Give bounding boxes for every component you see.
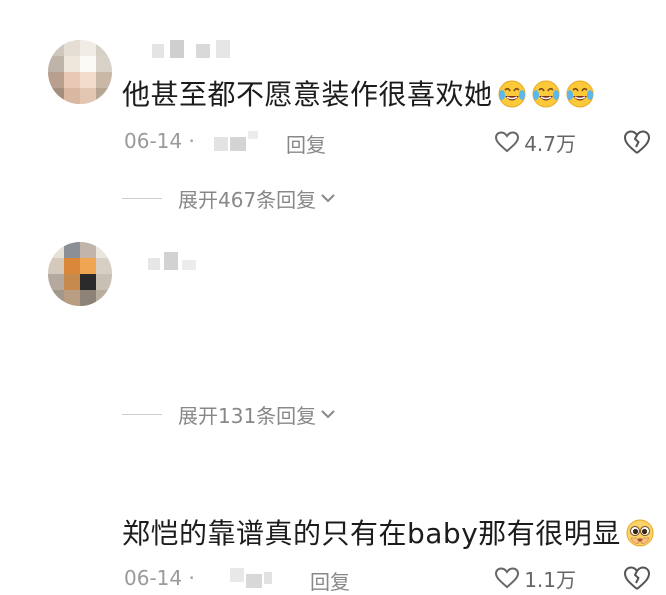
heart-outline-icon bbox=[495, 567, 520, 589]
comment-text: 他甚至都不愿意装作很喜欢她 bbox=[122, 77, 595, 113]
comment-item: 他甚至都不愿意装作很喜欢她 06-14 · 回复 4.7万 展开467条回复 bbox=[0, 0, 666, 224]
reply-button[interactable]: 回复 bbox=[310, 566, 350, 595]
like-button[interactable]: 4.7万 bbox=[494, 127, 576, 157]
avatar[interactable] bbox=[48, 40, 112, 104]
divider-line bbox=[122, 413, 162, 415]
reply-button[interactable]: 回复 bbox=[286, 129, 326, 158]
username-blurred[interactable] bbox=[130, 40, 240, 62]
expand-replies-label: 展开467条回复 bbox=[178, 187, 317, 212]
like-count: 1.1万 bbox=[524, 567, 576, 592]
comment-text-content: 他甚至都不愿意装作很喜欢她 bbox=[122, 78, 493, 111]
like-button[interactable]: 1.1万 bbox=[494, 563, 576, 593]
heart-outline-icon bbox=[495, 131, 520, 153]
expand-replies-button[interactable]: 展开467条回复 bbox=[122, 183, 336, 213]
location-blurred bbox=[230, 568, 280, 588]
comment-date: 06-14 · bbox=[124, 566, 195, 590]
laughing-crying-emoji-icon bbox=[498, 80, 526, 108]
location-blurred bbox=[214, 131, 264, 151]
comment-text: 郑恺的靠谱真的只有在baby那有很明显 bbox=[122, 516, 655, 552]
chevron-down-icon bbox=[321, 194, 335, 203]
avatar[interactable] bbox=[48, 242, 112, 306]
expand-replies-label: 展开131条回复 bbox=[178, 403, 317, 428]
broken-heart-icon[interactable] bbox=[622, 127, 652, 157]
like-count: 4.7万 bbox=[524, 131, 576, 156]
comment-item: 郑恺的靠谱真的只有在baby那有很明显 06-14 · 回复 1.1万 展开13… bbox=[0, 224, 666, 594]
comment-text-content: 郑恺的靠谱真的只有在baby那有很明显 bbox=[122, 517, 621, 550]
broken-heart-icon[interactable] bbox=[622, 563, 652, 593]
expand-replies-button[interactable]: 展开131条回复 bbox=[122, 399, 336, 429]
laughing-crying-emoji-icon bbox=[566, 80, 594, 108]
divider-line bbox=[122, 197, 162, 199]
username-blurred[interactable] bbox=[130, 252, 240, 274]
laughing-crying-emoji-icon bbox=[532, 80, 560, 108]
chevron-down-icon bbox=[321, 410, 335, 419]
pleading-emoji-icon bbox=[626, 519, 654, 547]
comment-date: 06-14 · bbox=[124, 129, 195, 153]
